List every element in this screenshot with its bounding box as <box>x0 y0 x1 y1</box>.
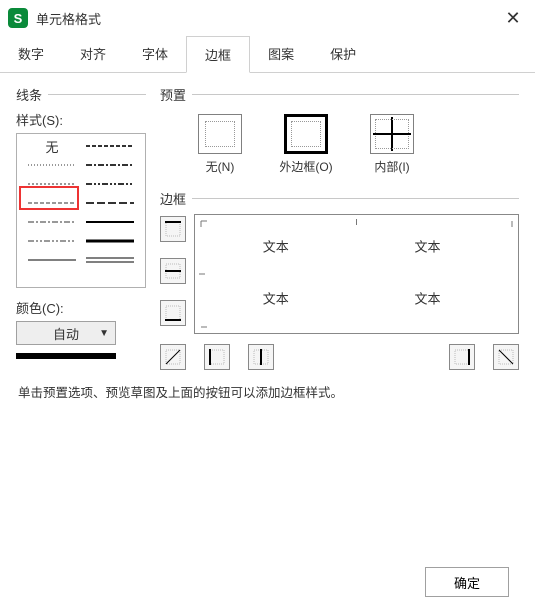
hint-text: 单击预置选项、预览草图及上面的按钮可以添加边框样式。 <box>0 370 535 401</box>
line-style-dash-dot-dot[interactable] <box>27 235 77 247</box>
preset-inner[interactable]: 内部(I) <box>360 114 424 175</box>
tab-pattern[interactable]: 图案 <box>250 36 312 72</box>
line-style-none[interactable]: 无 <box>27 140 77 152</box>
line-style-medium[interactable] <box>85 216 135 228</box>
preset-none-label: 无(N) <box>188 158 252 175</box>
border-section-title: 边框 <box>160 189 186 208</box>
close-button[interactable]: ✕ <box>499 8 527 29</box>
app-logo: S <box>8 8 28 28</box>
line-style-none-label: 无 <box>45 137 58 156</box>
line-style-dashdotdot-med[interactable] <box>85 178 135 190</box>
border-diag-down-button[interactable] <box>493 344 519 370</box>
preset-outer-label: 外边框(O) <box>274 158 338 175</box>
tabs: 数字 对齐 字体 边框 图案 保护 <box>0 36 535 73</box>
line-style-dash-short[interactable] <box>27 197 77 209</box>
tab-align[interactable]: 对齐 <box>62 36 124 72</box>
preset-row: 无(N) 外边框(O) 内部(I) <box>160 110 519 175</box>
line-style-dots-fine[interactable] <box>27 159 77 171</box>
style-label: 样式(S): <box>16 110 146 129</box>
color-preview <box>16 353 116 359</box>
preset-none-icon <box>198 114 242 154</box>
border-top-button[interactable] <box>160 216 186 242</box>
tab-protect[interactable]: 保护 <box>312 36 374 72</box>
color-block: 颜色(C): 自动 ▼ <box>16 298 146 359</box>
sample-tr: 文本 <box>415 236 441 255</box>
titlebar: S 单元格格式 ✕ <box>0 0 535 36</box>
tab-number[interactable]: 数字 <box>0 36 62 72</box>
preset-none[interactable]: 无(N) <box>188 114 252 175</box>
border-section-header: 边框 <box>160 189 519 208</box>
line-style-dashdot-med[interactable] <box>85 159 135 171</box>
border-section: 边框 <box>160 189 519 370</box>
line-section-header: 线条 <box>16 85 146 104</box>
border-diag-up-button[interactable] <box>160 344 186 370</box>
sample-br: 文本 <box>415 288 441 307</box>
style-list: 无 <box>16 133 146 288</box>
ok-button[interactable]: 确定 <box>425 567 509 597</box>
border-vmiddle-button[interactable] <box>248 344 274 370</box>
border-preview[interactable]: 文本 文本 文本 文本 <box>194 214 519 334</box>
sample-bl: 文本 <box>263 288 289 307</box>
border-left-button[interactable] <box>204 344 230 370</box>
footer: 确定 <box>425 567 509 597</box>
divider <box>192 198 519 199</box>
border-hmiddle-button[interactable] <box>160 258 186 284</box>
tab-border[interactable]: 边框 <box>186 36 250 73</box>
border-bottom-button[interactable] <box>160 300 186 326</box>
line-style-dots-med[interactable] <box>27 178 77 190</box>
tab-font[interactable]: 字体 <box>124 36 186 72</box>
chevron-down-icon: ▼ <box>99 328 109 339</box>
preset-section-header: 预置 <box>160 85 519 104</box>
color-label: 颜色(C): <box>16 301 64 316</box>
preset-section-title: 预置 <box>160 85 186 104</box>
preset-outer[interactable]: 外边框(O) <box>274 114 338 175</box>
divider <box>192 94 519 95</box>
sample-tl: 文本 <box>263 236 289 255</box>
line-style-dash-med[interactable] <box>85 140 135 152</box>
preview-ticks <box>195 215 518 333</box>
color-dropdown[interactable]: 自动 ▼ <box>16 321 116 345</box>
line-style-dash-dot[interactable] <box>27 216 77 228</box>
color-value: 自动 <box>53 324 79 343</box>
right-panel: 预置 无(N) 外边框(O) 内部(I) 边框 <box>160 85 519 370</box>
preset-outer-icon <box>284 114 328 154</box>
preset-inner-icon <box>370 114 414 154</box>
line-panel: 线条 样式(S): 无 <box>16 85 146 370</box>
window-title: 单元格格式 <box>36 9 499 28</box>
divider <box>48 94 146 95</box>
line-section-title: 线条 <box>16 85 42 104</box>
line-style-dash-long[interactable] <box>85 197 135 209</box>
content: 线条 样式(S): 无 <box>0 73 535 370</box>
preset-inner-label: 内部(I) <box>360 158 424 175</box>
line-style-thin[interactable] <box>27 254 77 266</box>
line-style-double[interactable] <box>85 254 135 266</box>
border-right-button[interactable] <box>449 344 475 370</box>
line-style-thick[interactable] <box>85 235 135 247</box>
